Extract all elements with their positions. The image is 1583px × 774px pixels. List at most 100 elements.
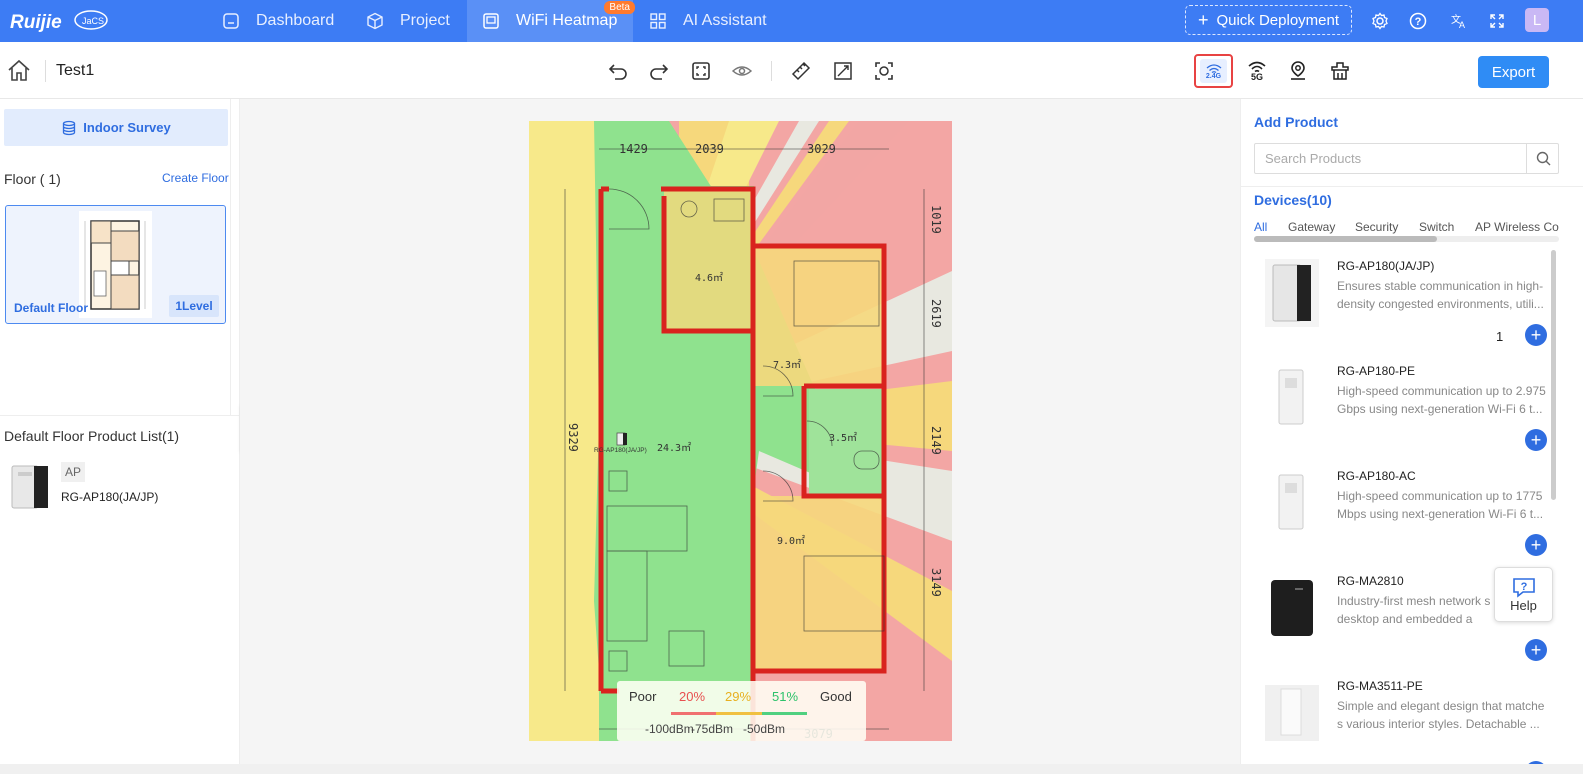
settings-icon[interactable] bbox=[1369, 10, 1391, 32]
nav-ai-assistant[interactable]: AI Assistant bbox=[649, 0, 767, 42]
nav-wifi-heatmap-label: WiFi Heatmap bbox=[516, 12, 618, 29]
svg-text:?: ? bbox=[1415, 16, 1422, 28]
search-button[interactable] bbox=[1526, 144, 1559, 173]
dim-top-2: 2039 bbox=[695, 142, 724, 156]
add-device-button[interactable]: + bbox=[1525, 639, 1547, 661]
device-item: RG-AP180-AC High-speed communication up … bbox=[1241, 459, 1583, 564]
floor-name: Default Floor bbox=[14, 301, 88, 315]
toolbar-divider bbox=[771, 61, 772, 81]
draw-wall-icon[interactable] bbox=[831, 59, 855, 83]
ap-marker-label: RG-AP180(JA/JP) bbox=[594, 447, 647, 454]
fullscreen-icon[interactable] bbox=[1486, 10, 1508, 32]
device-name: RG-AP180-AC bbox=[1337, 469, 1416, 483]
toolbar-divider bbox=[45, 60, 46, 82]
left-panel: Indoor Survey Floor ( 1) Create Floor De… bbox=[0, 99, 240, 764]
fit-screen-icon[interactable] bbox=[689, 59, 713, 83]
project-name: Test1 bbox=[56, 62, 95, 79]
add-device-button[interactable]: + bbox=[1525, 429, 1547, 451]
dim-top-3: 3029 bbox=[807, 142, 836, 156]
plus-icon: + bbox=[1197, 9, 1209, 30]
device-image bbox=[1265, 469, 1319, 537]
scan-icon[interactable] bbox=[872, 59, 896, 83]
product-list-title: Default Floor Product List(1) bbox=[4, 428, 180, 444]
indoor-survey-label: Indoor Survey bbox=[83, 120, 171, 135]
add-device-button[interactable]: + bbox=[1525, 324, 1547, 346]
nav-wifi-heatmap[interactable]: WiFi Heatmap Beta bbox=[467, 0, 635, 42]
dim-top-1: 1429 bbox=[619, 142, 648, 156]
clear-icon[interactable] bbox=[1328, 59, 1352, 83]
band-5g-label: 5G bbox=[1250, 72, 1263, 82]
user-avatar[interactable]: L bbox=[1525, 8, 1549, 32]
help-button[interactable]: ? Help bbox=[1494, 567, 1553, 622]
device-description: Ensures stable communication in high-den… bbox=[1337, 279, 1544, 311]
add-product-title: Add Product bbox=[1254, 114, 1338, 130]
grid-icon bbox=[649, 12, 667, 30]
band-5g-button[interactable]: 5G bbox=[1244, 57, 1270, 85]
legend-range-1: -100dBm bbox=[645, 722, 694, 736]
home-icon[interactable] bbox=[6, 58, 32, 84]
legend-color-bar bbox=[671, 712, 807, 715]
section-divider bbox=[0, 415, 240, 416]
help-chat-icon: ? bbox=[1512, 578, 1535, 598]
legend-pct-20: 20% bbox=[679, 689, 706, 704]
dim-right-2: 2619 bbox=[929, 299, 943, 328]
device-name: RG-AP180-PE bbox=[1337, 364, 1416, 378]
quick-deployment-button[interactable]: + Quick Deployment bbox=[1185, 5, 1352, 35]
nav-project[interactable]: Project bbox=[366, 0, 450, 42]
search-box bbox=[1254, 143, 1559, 174]
indoor-survey-button[interactable]: Indoor Survey bbox=[4, 109, 228, 146]
device-item: RG-AP180(JA/JP) Ensures stable communica… bbox=[1241, 249, 1583, 354]
heatmap-icon bbox=[482, 12, 500, 30]
right-panel: Add Product Devices(10) All Gateway Secu… bbox=[1240, 99, 1583, 764]
help-circle-icon[interactable]: ? bbox=[1407, 10, 1429, 32]
floor-plan-heatmap[interactable]: 1429 2039 3029 1019 2619 2149 3149 9329 … bbox=[529, 121, 952, 741]
undo-icon[interactable] bbox=[606, 59, 630, 83]
floor-card[interactable]: Default Floor 1Level bbox=[5, 205, 226, 324]
tab-switch[interactable]: Switch bbox=[1419, 220, 1454, 234]
device-image bbox=[1265, 679, 1319, 747]
search-products-input[interactable] bbox=[1255, 144, 1527, 173]
tabs-scrollbar[interactable] bbox=[1254, 236, 1559, 242]
floor-thumbnail bbox=[79, 211, 152, 318]
ruijie-logo[interactable]: Ruijie JaCS bbox=[8, 6, 108, 36]
nav-dashboard[interactable]: Dashboard bbox=[222, 0, 334, 42]
language-icon[interactable]: 文A bbox=[1448, 10, 1470, 32]
device-image bbox=[1265, 259, 1319, 327]
device-image bbox=[1265, 574, 1319, 642]
tab-ap-wireless[interactable]: AP Wireless Co bbox=[1475, 220, 1559, 234]
search-icon bbox=[1536, 151, 1550, 166]
dim-right-4: 3149 bbox=[929, 568, 943, 597]
svg-text:?: ? bbox=[1520, 581, 1527, 593]
export-button[interactable]: Export bbox=[1478, 56, 1549, 88]
tab-all[interactable]: All bbox=[1254, 220, 1267, 234]
wifi-24-icon: 2.4G bbox=[1200, 59, 1227, 83]
device-list: RG-AP180(JA/JP) Ensures stable communica… bbox=[1241, 249, 1583, 764]
location-pin-icon[interactable] bbox=[1286, 59, 1310, 83]
help-label: Help bbox=[1510, 598, 1537, 613]
device-description: High-speed communication up to 2.975 Gbp… bbox=[1337, 384, 1546, 416]
redo-icon[interactable] bbox=[647, 59, 671, 83]
floor-level-badge: 1Level bbox=[169, 295, 219, 317]
create-floor-link[interactable]: Create Floor bbox=[162, 171, 229, 185]
devices-title: Devices(10) bbox=[1254, 192, 1332, 208]
device-name: RG-AP180(JA/JP) bbox=[1337, 259, 1435, 273]
room-area-5: 9.0㎡ bbox=[777, 535, 805, 547]
legend-poor: Poor bbox=[629, 689, 657, 704]
nav-dashboard-label: Dashboard bbox=[256, 12, 335, 29]
ruler-icon[interactable] bbox=[789, 59, 813, 83]
device-list-scrollbar[interactable] bbox=[1551, 250, 1556, 760]
product-name: RG-AP180(JA/JP) bbox=[61, 490, 159, 504]
band-2-4g-button[interactable]: 2.4G bbox=[1194, 54, 1233, 88]
svg-text:A: A bbox=[1459, 20, 1465, 30]
dim-left: 9329 bbox=[566, 423, 580, 452]
legend-range-2: -75dBm bbox=[691, 722, 734, 736]
add-device-button[interactable]: + bbox=[1525, 534, 1547, 556]
editor-toolbar: Test1 2.4G 5G Export bbox=[0, 42, 1583, 99]
legend-pct-29: 29% bbox=[725, 689, 752, 704]
beta-badge: Beta bbox=[604, 1, 635, 14]
eye-icon[interactable] bbox=[730, 59, 754, 83]
cube-icon bbox=[366, 12, 384, 30]
legend-good: Good bbox=[820, 689, 852, 704]
tab-security[interactable]: Security bbox=[1355, 220, 1398, 234]
tab-gateway[interactable]: Gateway bbox=[1288, 220, 1335, 234]
